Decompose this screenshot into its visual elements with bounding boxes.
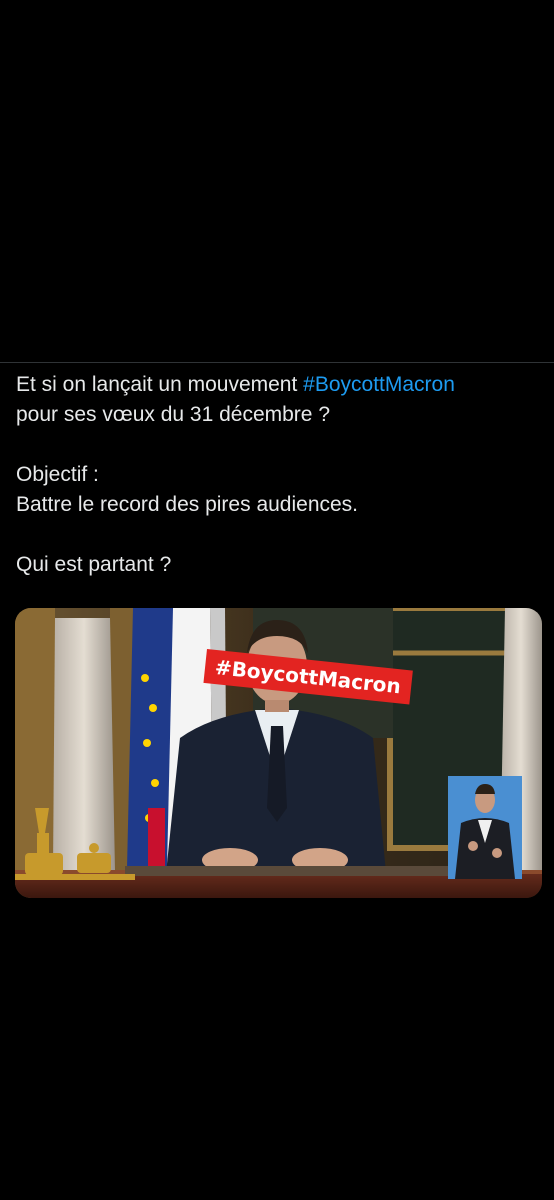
- post-line-1-text: Et si on lançait un mouvement: [16, 373, 304, 396]
- top-divider: [0, 362, 554, 363]
- hashtag-link[interactable]: #BoycottMacron: [303, 373, 455, 396]
- post-line-2: pour ses vœux du 31 décembre ?: [16, 403, 330, 426]
- post-line-5: Qui est partant ?: [16, 553, 172, 576]
- post-line-3: Objectif :: [16, 463, 99, 486]
- speech-scene-illustration: [15, 608, 542, 898]
- post-text: Et si on lançait un mouvement #BoycottMa…: [16, 370, 541, 580]
- post-line-4: Battre le record des pires audiences.: [16, 493, 359, 516]
- post-image[interactable]: #BoycottMacron: [15, 608, 542, 898]
- post-line-1: Et si on lançait un mouvement #BoycottMa…: [16, 370, 541, 400]
- bottom-spacer: [0, 898, 554, 900]
